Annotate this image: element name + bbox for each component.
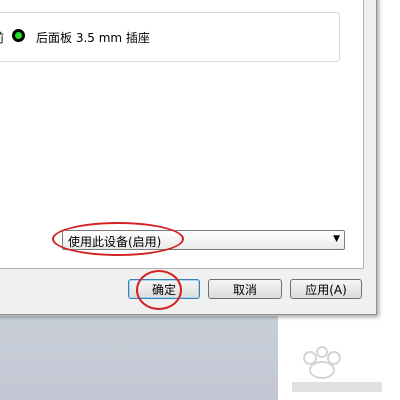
desktop-background — [0, 316, 278, 400]
ok-button[interactable]: 确定 — [128, 279, 200, 299]
general-tab-pane: 前 后面板 3.5 mm 插座 — [0, 0, 364, 269]
front-jack-label: 前 — [0, 29, 4, 46]
chevron-down-icon[interactable]: ▼ — [333, 234, 340, 244]
cancel-button[interactable]: 取消 — [208, 279, 282, 299]
sound-properties-dialog: 前 后面板 3.5 mm 插座 — [0, 0, 377, 315]
rear-jack-label: 后面板 3.5 mm 插座 — [36, 31, 150, 45]
watermark-logo — [292, 346, 382, 392]
device-usage-select[interactable]: 使用此设备(启用) ▼ — [62, 230, 345, 250]
device-usage-value: 使用此设备(启用) — [68, 235, 162, 249]
green-jack-icon — [12, 29, 25, 42]
apply-button[interactable]: 应用(A) — [290, 279, 362, 299]
